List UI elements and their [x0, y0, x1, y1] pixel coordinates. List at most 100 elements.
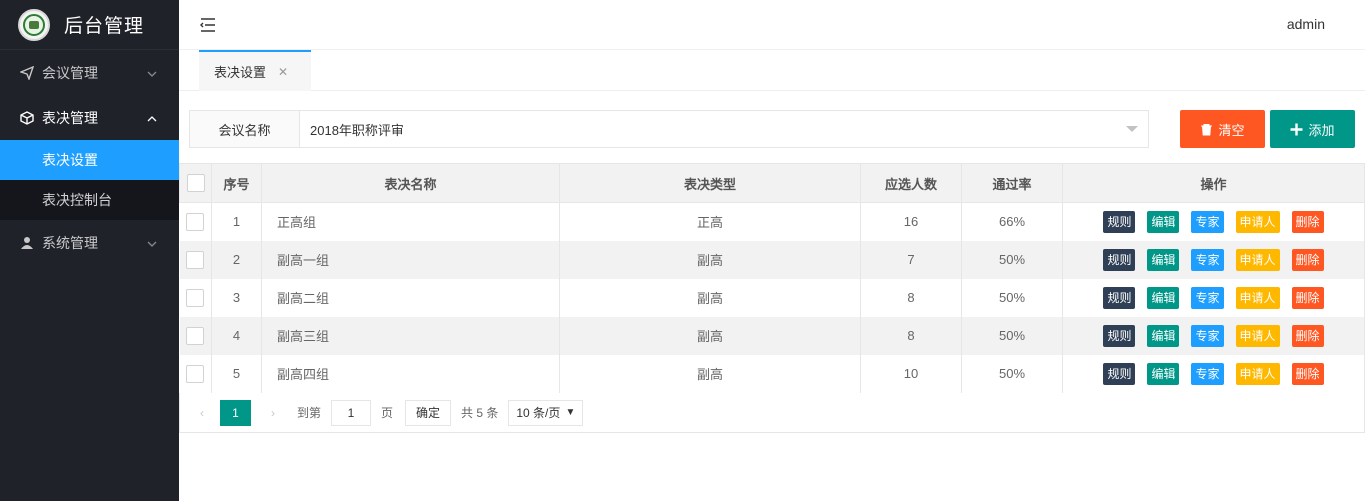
sidebar-item-vote-console[interactable]: 表决控制台 [0, 180, 179, 220]
sidebar-item-system[interactable]: 系统管理 [0, 220, 179, 265]
sidebar-item-label: 会议管理 [42, 64, 98, 81]
sidebar-item-vote[interactable]: 表决管理 [0, 95, 179, 140]
applicant-button[interactable]: 申请人 [1235, 286, 1280, 309]
edit-button[interactable]: 编辑 [1147, 362, 1180, 385]
cell-name: 副高四组 [261, 354, 560, 393]
cell-rate: 50% [961, 316, 1063, 355]
menu-toggle-icon[interactable] [199, 16, 217, 34]
row-checkbox[interactable] [186, 364, 205, 383]
cell-rate: 50% [961, 278, 1063, 317]
rule-button[interactable]: 规则 [1103, 324, 1136, 347]
row-checkbox[interactable] [186, 288, 205, 307]
select-all-checkbox[interactable] [186, 174, 205, 192]
prev-page-button[interactable]: ‹ [192, 406, 212, 420]
header-no: 序号 [211, 163, 262, 203]
cell-rate: 66% [961, 202, 1063, 241]
expert-button[interactable]: 专家 [1191, 248, 1224, 271]
next-page-button[interactable]: › [263, 406, 283, 420]
cell-no: 1 [211, 202, 262, 241]
edit-button[interactable]: 编辑 [1147, 210, 1180, 233]
delete-button[interactable]: 删除 [1291, 286, 1324, 309]
goto-page-input[interactable]: 1 [331, 399, 372, 426]
rule-button[interactable]: 规则 [1103, 362, 1136, 385]
chevron-down-icon [147, 66, 157, 82]
table-row: 2 副高一组 副高 7 50% 规则 编辑 专家 申请人 删除 [179, 240, 1365, 279]
user-icon [20, 236, 34, 250]
meeting-select[interactable]: 2018年职称评审 [300, 111, 1148, 147]
user-menu[interactable]: admin [1287, 16, 1325, 32]
cube-icon [20, 110, 34, 125]
expert-button[interactable]: 专家 [1191, 286, 1224, 309]
delete-button[interactable]: 删除 [1291, 248, 1324, 271]
chevron-up-icon [147, 111, 157, 127]
cell-rate: 50% [961, 240, 1063, 279]
applicant-button[interactable]: 申请人 [1235, 248, 1280, 271]
header-actions: 操作 [1062, 163, 1365, 203]
rule-button[interactable]: 规则 [1103, 248, 1136, 271]
sidebar-item-label: 表决管理 [42, 109, 98, 126]
cell-no: 4 [211, 316, 262, 355]
plus-icon [1290, 123, 1303, 136]
cell-rate: 50% [961, 354, 1063, 393]
sidebar: 后台管理 会议管理 表决管理 表决设置 表决控制台 系统管理 [0, 0, 179, 501]
goto-label: 到第 [297, 406, 322, 420]
applicant-button[interactable]: 申请人 [1235, 324, 1280, 347]
applicant-button[interactable]: 申请人 [1235, 362, 1280, 385]
main-content: 会议名称 2018年职称评审 清空 添加 序号 表决名称 表决类型 应选人数 通… [179, 91, 1365, 501]
cell-count: 7 [860, 240, 962, 279]
meeting-select-value: 2018年职称评审 [310, 122, 404, 138]
top-header: admin [179, 0, 1365, 50]
goto-confirm-button[interactable]: 确定 [405, 399, 452, 426]
cell-type: 副高 [559, 240, 861, 279]
tab-label: 表决设置 [214, 65, 267, 80]
header-name: 表决名称 [261, 163, 560, 203]
cell-type: 副高 [559, 278, 861, 317]
cell-name: 正高组 [261, 202, 560, 241]
sidebar-item-meeting[interactable]: 会议管理 [0, 50, 179, 95]
pagination: ‹ 1 › 到第 1 页 确定 共 5 条 10 条/页 ▼ [179, 393, 1365, 433]
table-row: 1 正高组 正高 16 66% 规则 编辑 专家 申请人 删除 [179, 202, 1365, 241]
send-icon [20, 65, 34, 80]
page-size-select[interactable]: 10 条/页 ▼ [508, 399, 584, 426]
expert-button[interactable]: 专家 [1191, 362, 1224, 385]
row-checkbox[interactable] [186, 250, 205, 269]
table-row: 5 副高四组 副高 10 50% 规则 编辑 专家 申请人 删除 [179, 354, 1365, 393]
cell-actions: 规则 编辑 专家 申请人 删除 [1062, 202, 1365, 241]
cell-name: 副高一组 [261, 240, 560, 279]
vote-table: 序号 表决名称 表决类型 应选人数 通过率 操作 1 正高组 正高 16 66%… [179, 163, 1365, 393]
cell-actions: 规则 编辑 专家 申请人 删除 [1062, 240, 1365, 279]
app-logo[interactable]: 后台管理 [0, 0, 179, 50]
clear-button[interactable]: 清空 [1180, 110, 1265, 148]
applicant-button[interactable]: 申请人 [1235, 210, 1280, 233]
header-rate: 通过率 [961, 163, 1063, 203]
close-icon[interactable]: ✕ [278, 65, 288, 79]
table-row: 4 副高三组 副高 8 50% 规则 编辑 专家 申请人 删除 [179, 316, 1365, 355]
emblem-icon [18, 8, 50, 41]
row-checkbox[interactable] [186, 212, 205, 231]
cell-actions: 规则 编辑 专家 申请人 删除 [1062, 354, 1365, 393]
table-row: 3 副高二组 副高 8 50% 规则 编辑 专家 申请人 删除 [179, 278, 1365, 317]
cell-count: 8 [860, 316, 962, 355]
edit-button[interactable]: 编辑 [1147, 248, 1180, 271]
clear-button-label: 清空 [1218, 122, 1245, 138]
edit-button[interactable]: 编辑 [1147, 286, 1180, 309]
cell-name: 副高二组 [261, 278, 560, 317]
sidebar-item-vote-settings[interactable]: 表决设置 [0, 140, 179, 180]
current-page-button[interactable]: 1 [220, 399, 251, 426]
delete-button[interactable]: 删除 [1291, 324, 1324, 347]
rule-button[interactable]: 规则 [1103, 286, 1136, 309]
trash-icon [1200, 123, 1213, 136]
expert-button[interactable]: 专家 [1191, 324, 1224, 347]
add-button[interactable]: 添加 [1270, 110, 1355, 148]
expert-button[interactable]: 专家 [1191, 210, 1224, 233]
cell-no: 3 [211, 278, 262, 317]
rule-button[interactable]: 规则 [1103, 210, 1136, 233]
tab-vote-settings[interactable]: 表决设置 ✕ [199, 50, 311, 91]
edit-button[interactable]: 编辑 [1147, 324, 1180, 347]
row-checkbox[interactable] [186, 326, 205, 345]
cell-no: 5 [211, 354, 262, 393]
cell-no: 2 [211, 240, 262, 279]
caret-down-icon: ▼ [565, 406, 576, 418]
delete-button[interactable]: 删除 [1291, 210, 1324, 233]
delete-button[interactable]: 删除 [1291, 362, 1324, 385]
